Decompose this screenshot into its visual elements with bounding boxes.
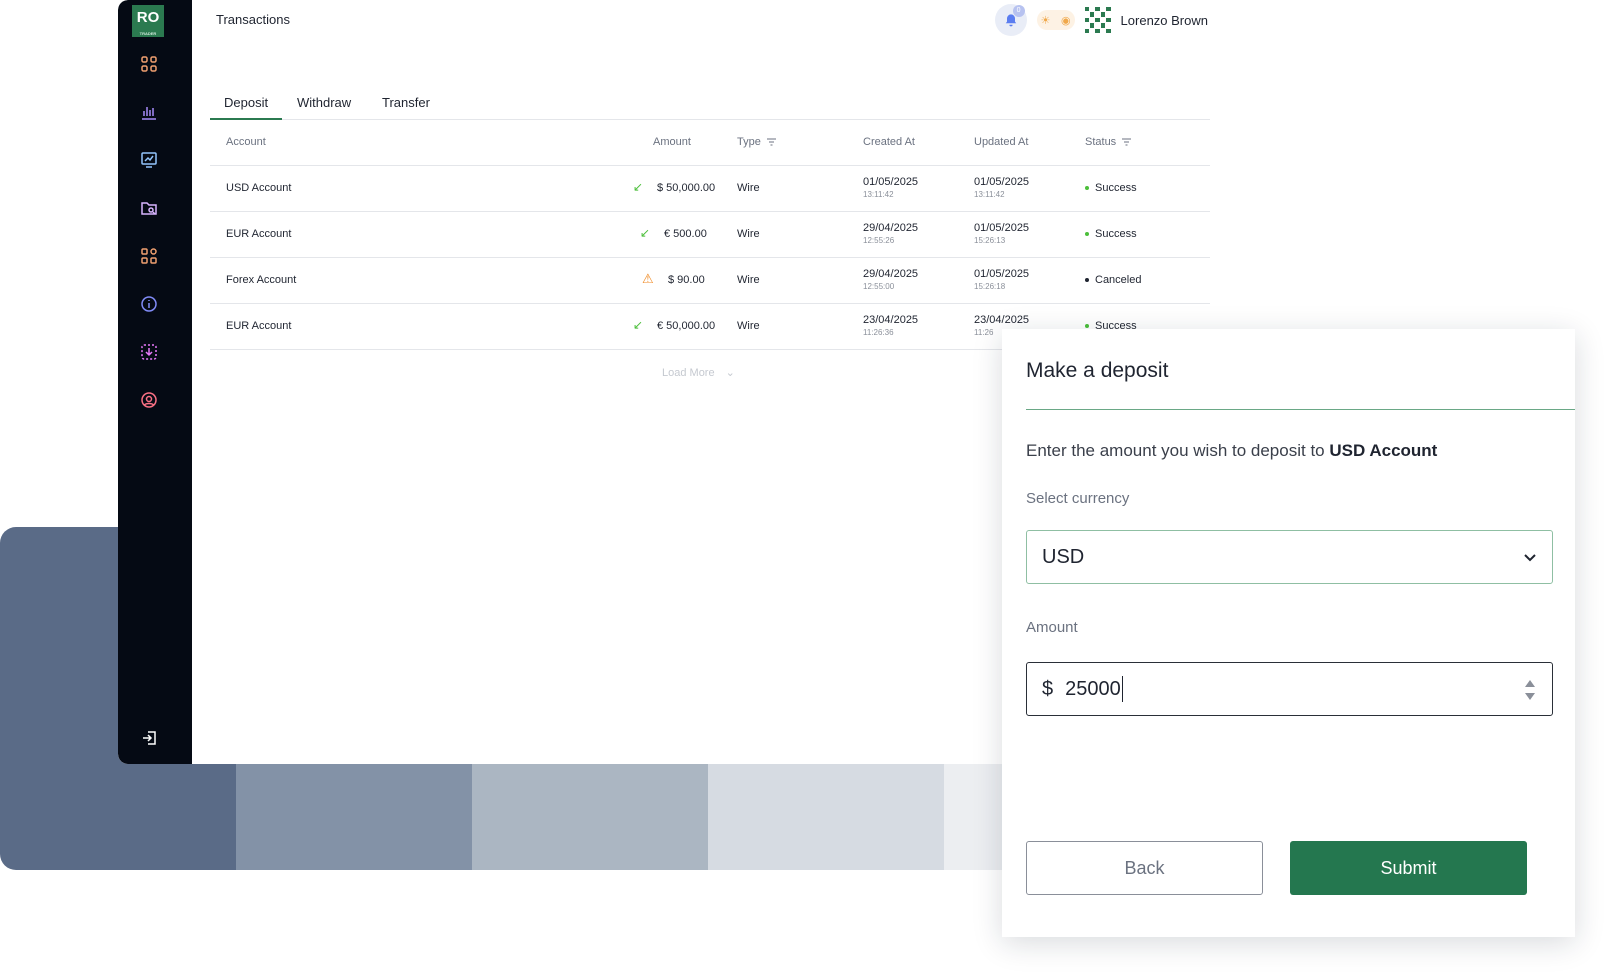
- logout-icon[interactable]: [140, 728, 160, 748]
- row-created: 29/04/2025 12:55:00: [863, 268, 919, 291]
- row-amount: $ 90.00: [668, 274, 705, 286]
- info-icon[interactable]: [138, 293, 160, 315]
- col-created: Created At: [863, 136, 915, 148]
- support-icon[interactable]: [138, 389, 160, 411]
- folder-search-icon[interactable]: [138, 197, 160, 219]
- amount-value: 25000: [1065, 677, 1121, 700]
- currency-value: USD: [1042, 545, 1085, 568]
- modal-title: Make a deposit: [1026, 359, 1169, 382]
- bar-chart-icon[interactable]: [138, 101, 160, 123]
- nodes-icon[interactable]: [138, 245, 160, 267]
- back-button[interactable]: Back: [1026, 841, 1263, 895]
- col-account: Account: [226, 136, 266, 148]
- row-type: Wire: [737, 320, 760, 332]
- transactions-table: Account Amount Type Created At Updated A…: [210, 120, 1210, 350]
- filter-icon[interactable]: [766, 138, 776, 146]
- col-status-label: Status: [1085, 136, 1117, 148]
- load-more-button[interactable]: Load More ⌄: [662, 366, 735, 379]
- row-amount: € 50,000.00: [657, 320, 716, 332]
- row-created: 23/04/2025 11:26:36: [863, 314, 919, 337]
- row-type: Wire: [737, 228, 760, 240]
- row-type: Wire: [737, 182, 760, 194]
- toggle-knob-icon: ◉: [1060, 14, 1071, 27]
- col-amount: Amount: [653, 136, 691, 148]
- row-account: EUR Account: [226, 228, 292, 240]
- row-account: Forex Account: [226, 274, 297, 286]
- status-badge: Canceled: [1085, 274, 1141, 286]
- avatar[interactable]: [1084, 7, 1111, 33]
- currency-label: Select currency: [1026, 490, 1130, 507]
- tab-deposit[interactable]: Deposit: [210, 94, 283, 120]
- row-updated: 01/05/2025 13:11:42: [974, 176, 1030, 199]
- row-account: EUR Account: [226, 320, 292, 332]
- notification-count-badge: 0: [1012, 5, 1025, 17]
- row-updated: 01/05/2025 15:26:18: [974, 268, 1030, 291]
- amount-label: Amount: [1026, 619, 1078, 636]
- text-cursor: [1121, 676, 1123, 702]
- col-status[interactable]: Status: [1085, 136, 1132, 148]
- warning-icon: ⚠: [642, 271, 654, 286]
- notifications-button[interactable]: 0: [994, 4, 1027, 36]
- arrow-down-left-icon: ↙: [633, 180, 644, 194]
- currency-select[interactable]: USD: [1026, 530, 1553, 584]
- status-badge: Success: [1085, 228, 1137, 240]
- submit-button[interactable]: Submit: [1290, 841, 1527, 895]
- row-amount: € 500.00: [664, 228, 707, 240]
- user-name[interactable]: Lorenzo Brown: [1121, 13, 1208, 28]
- row-created: 29/04/2025 12:55:26: [863, 222, 919, 245]
- row-type: Wire: [737, 274, 760, 286]
- number-stepper-icon[interactable]: [1524, 677, 1536, 703]
- table-row[interactable]: USD Account ↙ $ 50,000.00 Wire 01/05/202…: [210, 166, 1210, 212]
- filter-icon[interactable]: [1122, 138, 1132, 146]
- modal-description: Enter the amount you wish to deposit to …: [1026, 441, 1438, 460]
- monitor-chart-icon[interactable]: [138, 149, 160, 171]
- brand-logo[interactable]: RO TRADER: [132, 5, 164, 37]
- col-type[interactable]: Type: [737, 136, 776, 148]
- tab-withdraw[interactable]: Withdraw: [283, 94, 365, 120]
- topbar-actions: 0 ☀ ◉ Lorenzo Brown: [994, 4, 1208, 36]
- currency-symbol: $: [1042, 677, 1054, 700]
- page-title: Transactions: [216, 12, 290, 27]
- transaction-tabs: Deposit Withdraw Transfer: [210, 94, 1210, 120]
- amount-input[interactable]: $ 25000: [1026, 662, 1553, 716]
- row-updated: 01/05/2025 15:26:13: [974, 222, 1030, 245]
- table-header: Account Amount Type Created At Updated A…: [210, 120, 1210, 166]
- col-updated: Updated At: [974, 136, 1029, 148]
- status-badge: Success: [1085, 182, 1137, 194]
- chevron-down-icon: ⌄: [725, 367, 735, 379]
- arrow-down-left-icon: ↙: [633, 318, 644, 332]
- table-row[interactable]: EUR Account ↙ € 500.00 Wire 29/04/2025 12…: [210, 212, 1210, 258]
- arrow-down-left-icon: ↙: [640, 226, 651, 240]
- sidebar: RO TRADER: [118, 0, 192, 764]
- table-row[interactable]: Forex Account ⚠ $ 90.00 Wire 29/04/2025 1…: [210, 258, 1210, 304]
- sun-icon: ☀: [1040, 14, 1051, 27]
- theme-toggle[interactable]: ☀ ◉: [1036, 10, 1075, 30]
- tab-transfer[interactable]: Transfer: [368, 94, 444, 120]
- modal-divider: [1026, 409, 1575, 410]
- row-account: USD Account: [226, 182, 292, 194]
- col-type-label: Type: [737, 136, 761, 148]
- row-amount: $ 50,000.00: [657, 182, 716, 194]
- download-box-icon[interactable]: [138, 341, 160, 363]
- chevron-down-icon: [1524, 553, 1536, 561]
- row-created: 01/05/2025 13:11:42: [863, 176, 919, 199]
- deposit-modal: Make a deposit Enter the amount you wish…: [1002, 329, 1575, 937]
- grid-icon[interactable]: [138, 53, 160, 75]
